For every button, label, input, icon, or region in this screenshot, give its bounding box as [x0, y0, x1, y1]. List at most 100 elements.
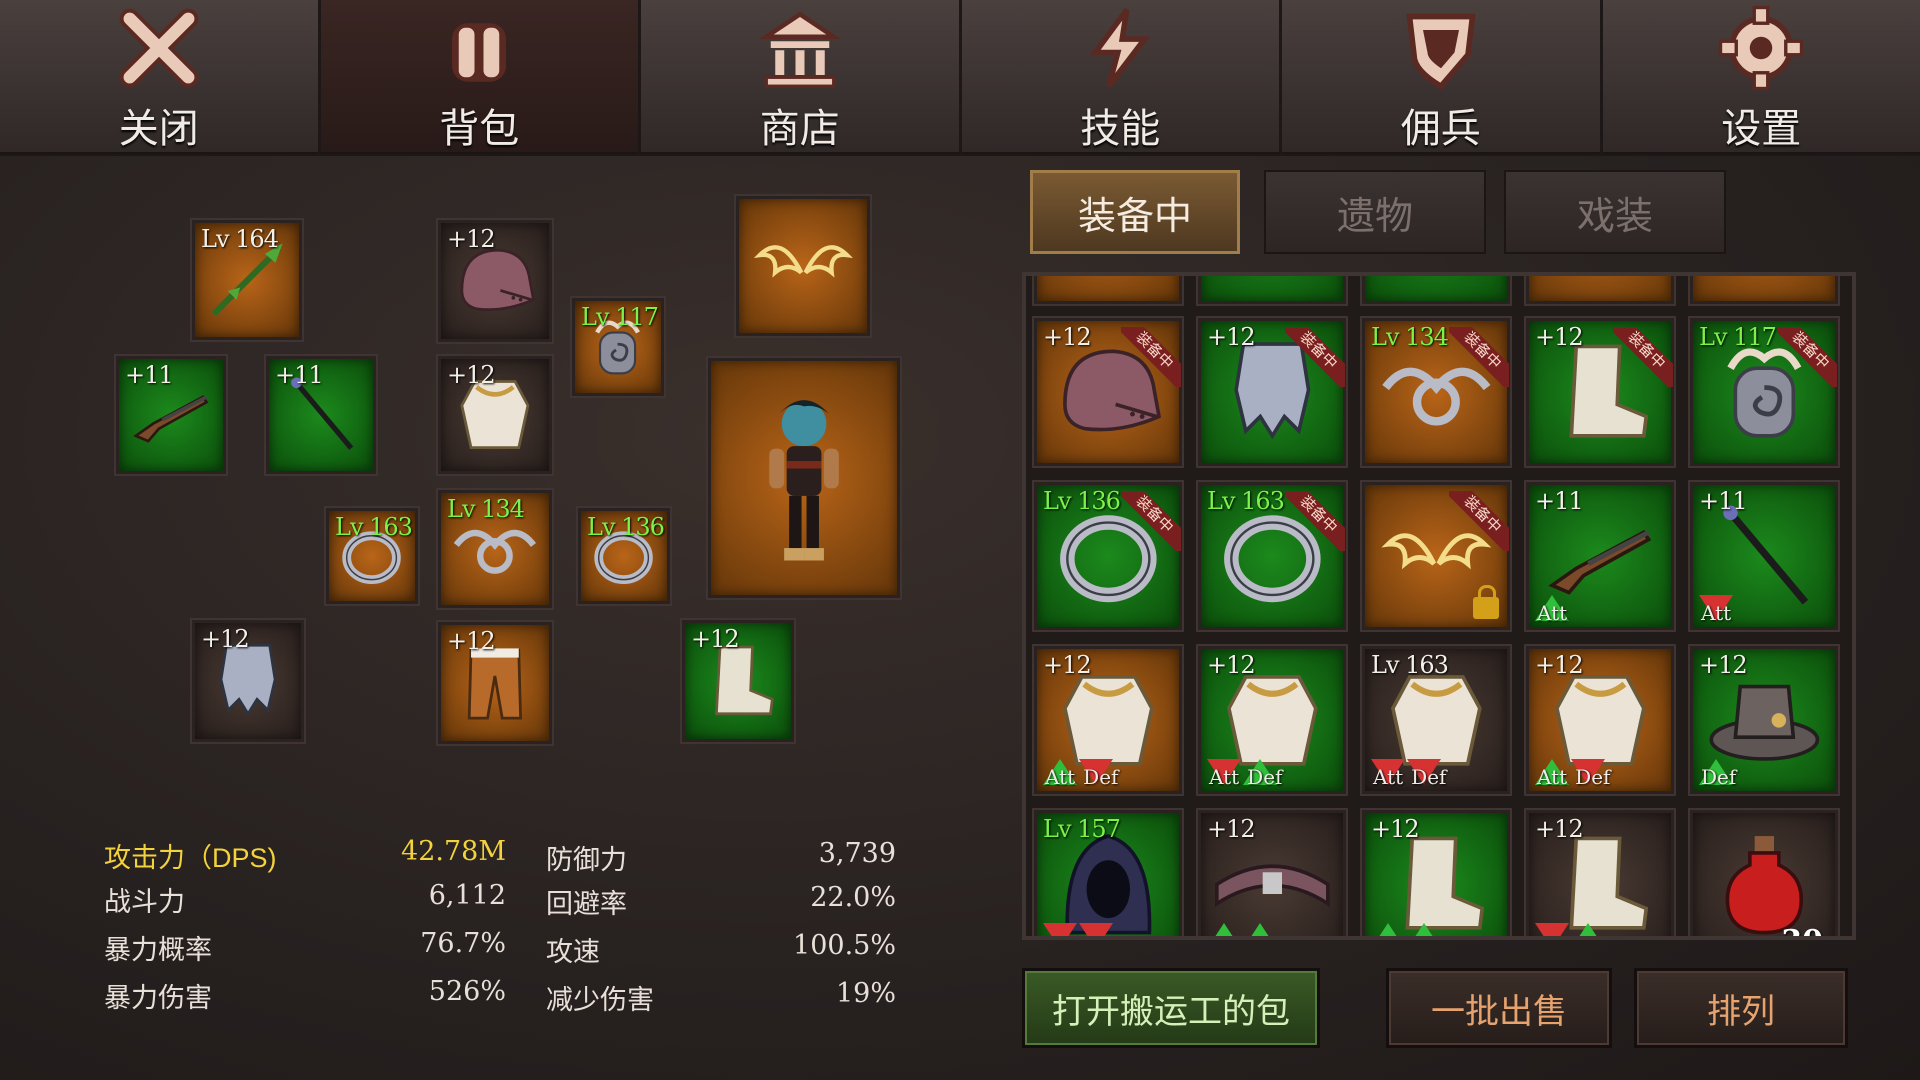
compare-label: Att [1701, 601, 1732, 625]
compare-label: Def [1247, 765, 1283, 789]
nav-tab-3[interactable]: 技能 [961, 0, 1279, 154]
stat-value: 100.5% [793, 930, 896, 961]
character-portrait [711, 361, 897, 595]
arrow-down-icon [1043, 923, 1077, 936]
inventory-slot-frame: +12 Att Def [1034, 646, 1182, 794]
inventory-slot[interactable]: +12 装备中 [1526, 318, 1674, 466]
inventory-slot-partial[interactable] [1526, 276, 1674, 304]
lock-icon [1473, 585, 1499, 619]
stat-label: 战斗力 [104, 887, 185, 917]
inventory-slot-frame: Lv 136 装备中 [1034, 482, 1182, 630]
inventory-slot-frame: 30 [1690, 810, 1838, 936]
equipped-ribbon-label: 装备中 [1121, 491, 1181, 551]
inventory-slot[interactable]: +11 Att [1526, 482, 1674, 630]
backpack-icon [434, 8, 524, 88]
equip-slot-character[interactable] [708, 358, 900, 598]
stat-label: 减少伤害 [546, 985, 654, 1015]
inventory-slot-frame: +12 装备中 [1526, 318, 1674, 466]
equipped-ribbon-label: 装备中 [1121, 327, 1181, 387]
compare-label: Att [1045, 765, 1076, 789]
item-tag: +12 [691, 625, 740, 653]
stat-label: 攻击力（DPS) [104, 843, 277, 873]
nav-tab-label: 关闭 [118, 107, 199, 151]
sort-button[interactable]: 排列 [1634, 968, 1848, 1048]
inventory-slot[interactable]: 30 [1690, 810, 1838, 936]
inventory-slot[interactable]: Lv 157 [1034, 810, 1182, 936]
equip-slot-ring-right[interactable]: Lv 136 [578, 508, 670, 604]
compare-arrows [1207, 923, 1277, 936]
equip-slot-helmet[interactable]: +12 [438, 220, 552, 342]
equip-slot-staff[interactable]: +11 [266, 356, 376, 474]
inventory-slot[interactable]: +12 [1198, 810, 1346, 936]
inventory-slot[interactable]: Lv 134 装备中 [1362, 318, 1510, 466]
arrow-down-icon [1535, 923, 1569, 936]
equip-slot-pants[interactable]: +12 [438, 622, 552, 744]
item-tag: +12 [1535, 815, 1584, 843]
stat-label: 防御力 [546, 845, 627, 875]
inventory-slot[interactable]: +12 Att Def [1034, 646, 1182, 794]
inventory-slot[interactable]: Lv 163 Att Def [1362, 646, 1510, 794]
equip-slot-wings[interactable] [736, 196, 870, 336]
shop-icon [755, 8, 845, 88]
stat-value: 526% [428, 976, 506, 1007]
nav-tab-0[interactable]: 关闭 [0, 0, 318, 154]
nav-tab-5[interactable]: 设置 [1602, 0, 1920, 154]
inventory-slot[interactable]: +12 Att Def [1526, 646, 1674, 794]
skill-bolt-icon [1075, 8, 1165, 88]
open-porter-bag-button[interactable]: 打开搬运工的包 [1022, 968, 1320, 1048]
nav-tab-label: 佣兵 [1400, 107, 1481, 151]
inventory-slot-frame: +12 [1526, 810, 1674, 936]
inventory-slot-frame: +12 装备中 [1034, 318, 1182, 466]
nav-tab-2[interactable]: 商店 [641, 0, 959, 154]
equip-slot-rifle[interactable]: +11 [116, 356, 226, 474]
equip-slot-armor[interactable]: +12 [438, 356, 552, 474]
stat-value: 42.78M [401, 836, 506, 867]
inventory-slot[interactable]: +12 装备中 [1198, 318, 1346, 466]
compare-label: Att [1373, 765, 1404, 789]
inventory-slot-partial[interactable] [1690, 276, 1838, 304]
inventory-slot-partial[interactable] [1362, 276, 1510, 304]
nav-tab-1[interactable]: 背包 [320, 0, 638, 154]
inventory-slot[interactable]: +12 [1526, 810, 1674, 936]
equip-slot-ring-left[interactable]: Lv 163 [326, 508, 418, 604]
inventory-slot[interactable]: Lv 136 装备中 [1034, 482, 1182, 630]
inventory-slot[interactable]: 装备中 [1362, 482, 1510, 630]
stat-value: 19% [835, 978, 896, 1009]
equip-slot-weapon-main[interactable]: Lv 164 [192, 220, 302, 340]
equip-slot-gloves[interactable]: +12 [192, 620, 304, 742]
compare-arrows [1371, 923, 1441, 936]
inventory-grid[interactable]: +12 装备中 +12 装备中 Lv 134 装备中 +12 装备中 Lv 117 装备中 Lv 1… [1022, 272, 1856, 940]
inventory-slot[interactable]: +12 装备中 [1034, 318, 1182, 466]
inventory-slot-partial[interactable] [1198, 276, 1346, 304]
inventory-slot[interactable]: +12 Att Def [1198, 646, 1346, 794]
tab-equipped[interactable]: 装备中 [1030, 170, 1240, 254]
inventory-slot[interactable]: +12 [1362, 810, 1510, 936]
compare-label: Def [1411, 765, 1447, 789]
equipped-ribbon-label: 装备中 [1449, 491, 1509, 551]
inventory-slot[interactable]: Lv 163 装备中 [1198, 482, 1346, 630]
equip-slot-earring[interactable]: Lv 117 [572, 298, 664, 396]
equipped-ribbon: 装备中 [1449, 327, 1509, 387]
inventory-slot[interactable]: Lv 117 装备中 [1690, 318, 1838, 466]
compare-label: Def [1701, 765, 1737, 789]
inventory-slot-frame: +12 [1362, 810, 1510, 936]
bulk-sell-button[interactable]: 一批出售 [1386, 968, 1612, 1048]
stat-value: 6,112 [428, 880, 506, 911]
inventory-slot[interactable]: +12 Def [1690, 646, 1838, 794]
tab-relics[interactable]: 遗物 [1264, 170, 1486, 254]
inventory-slot-frame: Lv 134 装备中 [1362, 318, 1510, 466]
equipped-ribbon-label: 装备中 [1613, 327, 1673, 387]
inventory-slot-frame: +11 Att [1526, 482, 1674, 630]
item-tag: +12 [1043, 651, 1092, 679]
nav-tab-label: 商店 [759, 107, 840, 151]
inventory-slot-partial[interactable] [1034, 276, 1182, 304]
stat-value: 3,739 [818, 838, 896, 869]
nav-tab-4[interactable]: 佣兵 [1282, 0, 1600, 154]
inventory-slot-frame: +12 [1198, 810, 1346, 936]
equip-slot-boots[interactable]: +12 [682, 620, 794, 742]
item-tag: Lv 164 [201, 225, 279, 253]
equip-slot-necklace[interactable]: Lv 134 [438, 490, 552, 608]
inventory-slot[interactable]: +11 Att [1690, 482, 1838, 630]
tab-costume[interactable]: 戏装 [1504, 170, 1726, 254]
arrow-up-icon [1207, 923, 1241, 936]
